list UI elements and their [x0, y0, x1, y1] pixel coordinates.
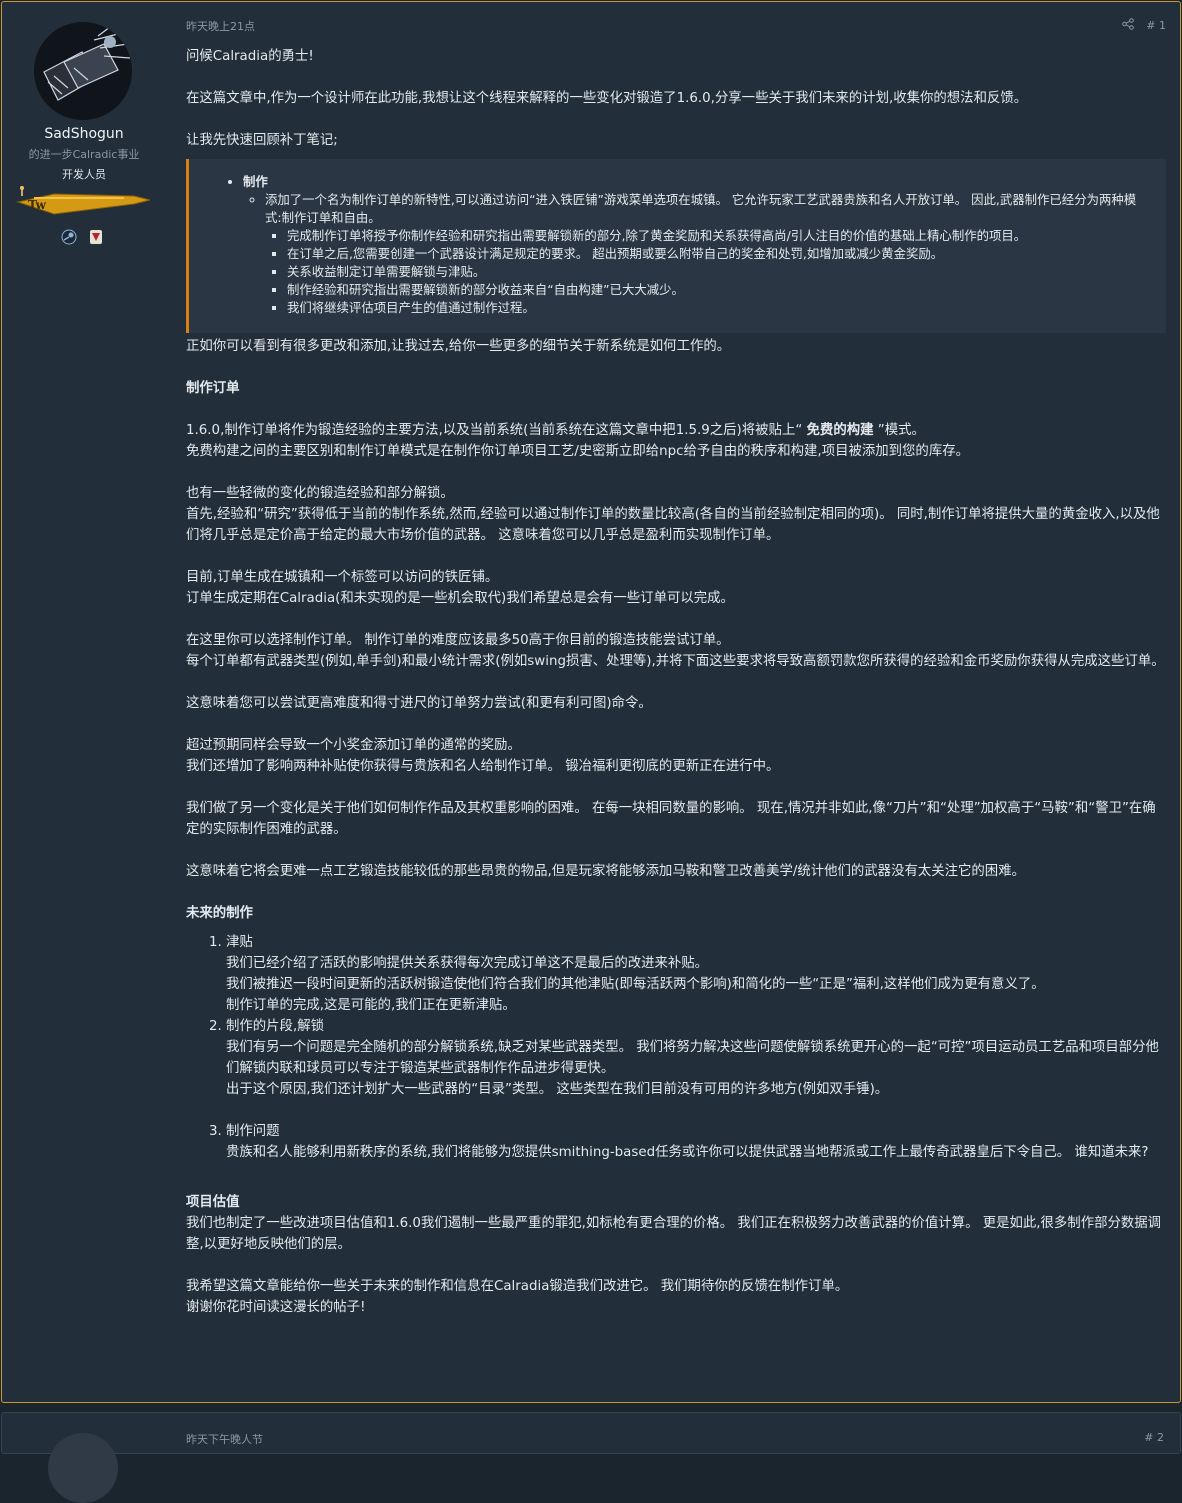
closing-line-1: 我希望这篇文章能给你一些关于未来的制作和信息在Calradia锻造我们改进它。 …	[186, 1279, 849, 1294]
share-icon[interactable]	[1122, 18, 1135, 33]
post-body: 问候Calradia的勇士! 在这篇文章中,作为一个设计师在此功能,我想让这个线…	[186, 46, 1166, 1339]
future-item-line: 出于这个原因,我们还计划扩大一些武器的“目录”类型。 这些类型在我们目前没有可用…	[226, 1082, 889, 1097]
experience-paragraph: 也有一些轻微的变化的锻造经验和部分解锁。 首先,经验和“研究”获得低于当前的制作…	[186, 483, 1166, 546]
orders-line-2: 免费构建之间的主要区别和制作订单模式是在制作你订单项目工艺/史密斯立即给npc给…	[186, 444, 969, 459]
generation-line-2: 订单生成定期在Calradia(和未实现的是一些机会取代)我们希望总是会有一些订…	[186, 591, 734, 606]
post-timestamp[interactable]: 昨天晚上21点	[186, 18, 255, 34]
greeting: 问候Calradia的勇士!	[186, 49, 314, 64]
order-generation-paragraph: 目前,订单生成在城镇和一个标签可以访问的铁匠铺。 订单生成定期在Calradia…	[186, 567, 1166, 609]
patch-intro: 让我先快速回顾补丁笔记;	[186, 133, 338, 148]
developer-banner: Tw	[14, 184, 154, 220]
author-title: 的进一步Calradic事业	[28, 148, 140, 161]
future-item-title: 制作问题	[226, 1124, 280, 1139]
order-selection-paragraph: 在这里你可以选择制作订单。 制作订单的难度应该最多50高于你目前的锻造技能尝试订…	[186, 630, 1166, 672]
next-forum-post: 昨天下午晚人节 # 2	[1, 1412, 1181, 1503]
post-actions: # 1	[1122, 18, 1166, 33]
future-item-line: 贵族和名人能够利用新秩序的系统,我们将能够为您提供smithing-based任…	[226, 1145, 1149, 1160]
post-number[interactable]: # 1	[1146, 19, 1166, 32]
difficulty-paragraph: 这意味着您可以尝试更高难度和得寸进尺的订单努力尝试(和更有利可图)命令。	[186, 696, 652, 711]
crafting-orders-paragraph: 1.6.0,制作订单将作为锻造经验的主要方法,以及当前系统(当前系统在这篇文章中…	[186, 420, 1166, 462]
selection-line-2: 每个订单都有武器类型(例如,单手剑)和最小统计需求(例如swing损害、处理等)…	[186, 654, 1165, 669]
aesthetics-paragraph: 这意味着它将会更难一点工艺锻造技能较低的那些昂贵的物品,但是玩家将能够添加马鞍和…	[186, 864, 1025, 879]
heading-item-valuation: 项目估值	[186, 1195, 240, 1210]
orders-line-1b: ”模式。	[877, 423, 925, 438]
quote-subitem: 我们将继续评估项目产生的值通过制作过程。	[287, 299, 1152, 317]
experience-line-2: 首先,经验和“研究”获得低于当前的制作系统,然而,经验可以通过制作订单的数量比较…	[186, 507, 1160, 543]
future-list: 津贴 我们已经介绍了活跃的影响提供关系获得每次完成订单这不是最后的改进来补贴。 …	[186, 932, 1166, 1163]
future-item-title: 制作的片段,解锁	[226, 1019, 324, 1034]
weights-paragraph: 我们做了另一个变化是关于他们如何制作作品及其权重影响的困难。 在每一块相同数量的…	[186, 801, 1156, 837]
bonus-paragraph: 超过预期同样会导致一个小奖金添加订单的通常的奖励。 我们还增加了影响两种补贴使你…	[186, 735, 1166, 777]
author-role: 开发人员	[62, 168, 106, 181]
avatar[interactable]	[34, 22, 132, 120]
future-item-line: 我们被推迟一段时间更新的活跃树锻造使他们符合我们的其他津贴(即每活跃两个影响)和…	[226, 977, 1045, 992]
intro-paragraph: 在这篇文章中,作为一个设计师在此功能,我想让这个线程来解释的一些变化对锻造了1.…	[186, 91, 1028, 106]
future-item-title: 津贴	[226, 935, 253, 950]
valuation-paragraph: 项目估值 我们也制定了一些改进项目估值和1.6.0我们遏制一些最严重的罪犯,如标…	[186, 1192, 1166, 1255]
heading-future-crafting: 未来的制作	[186, 906, 253, 921]
orders-line-1a: 1.6.0,制作订单将作为锻造经验的主要方法,以及当前系统(当前系统在这篇文章中…	[186, 423, 803, 438]
bonus-line-1: 超过预期同样会导致一个小奖金添加订单的通常的奖励。	[186, 738, 521, 753]
future-item-line: 制作订单的完成,这是可能的,我们正在更新津贴。	[226, 998, 516, 1013]
future-item: 制作问题 贵族和名人能够利用新秩序的系统,我们将能够为您提供smithing-b…	[226, 1121, 1166, 1163]
post-number[interactable]: # 2	[1144, 1431, 1164, 1444]
quote-subitem: 关系收益制定订单需要解锁与津贴。	[287, 263, 1152, 281]
future-item: 制作的片段,解锁 我们有另一个问题是完全随机的部分解锁系统,缺乏对某些武器类型。…	[226, 1016, 1166, 1121]
forum-post: SadShogun 的进一步Calradic事业 开发人员 Tw 昨天晚上21点…	[1, 1, 1181, 1403]
quote-subitem: 制作经验和研究指出需要解锁新的部分收益来自“自由构建”已大大减少。	[287, 281, 1152, 299]
post-timestamp[interactable]: 昨天下午晚人节	[186, 1431, 263, 1447]
quote-subitem: 完成制作订单将授予你制作经验和研究指出需要解锁新的部分,除了黄金奖励和关系获得高…	[287, 227, 1152, 245]
steam-icon	[61, 229, 77, 245]
paragraph-after-quote: 正如你可以看到有很多更改和添加,让我过去,给你一些更多的细节关于新系统是如何工作…	[186, 339, 731, 354]
future-item-line: 我们有另一个问题是完全随机的部分解锁系统,缺乏对某些武器类型。 我们将努力解决这…	[226, 1040, 1159, 1076]
svg-text:Tw: Tw	[28, 198, 47, 212]
author-name[interactable]: SadShogun	[2, 126, 166, 142]
future-item-line: 我们已经介绍了活跃的影响提供关系获得每次完成订单这不是最后的改进来补贴。	[226, 956, 709, 971]
heading-crafting-orders: 制作订单	[186, 381, 240, 396]
valuation-text: 我们也制定了一些改进项目估值和1.6.0我们遏制一些最严重的罪犯,如标枪有更合理…	[186, 1216, 1162, 1252]
generation-line-1: 目前,订单生成在城镇和一个标签可以访问的铁匠铺。	[186, 570, 499, 585]
taleworlds-icon	[90, 230, 102, 244]
user-badges	[60, 228, 110, 246]
bonus-line-2: 我们还增加了影响两种补贴使你获得与贵族和名人给制作订单。 锻冶福利更彻底的更新正…	[186, 759, 780, 774]
quote-subitem: 在订单之后,您需要创建一个武器设计满足规定的要求。 超出预期或要么附带自己的奖金…	[287, 245, 1152, 263]
selection-line-1: 在这里你可以选择制作订单。 制作订单的难度应该最多50高于你目前的锻造技能尝试订…	[186, 633, 730, 648]
patch-notes-quote: 制作 添加了一个名为制作订单的新特性,可以通过访问“进入铁匠铺”游戏菜单选项在城…	[186, 159, 1166, 333]
future-item: 津贴 我们已经介绍了活跃的影响提供关系获得每次完成订单这不是最后的改进来补贴。 …	[226, 932, 1166, 1016]
quote-item: 添加了一个名为制作订单的新特性,可以通过访问“进入铁匠铺”游戏菜单选项在城镇。 …	[265, 192, 1137, 225]
avatar[interactable]	[48, 1433, 118, 1503]
closing-paragraph: 我希望这篇文章能给你一些关于未来的制作和信息在Calradia锻造我们改进它。 …	[186, 1276, 1166, 1318]
quote-heading: 制作	[243, 174, 268, 189]
closing-line-2: 谢谢你花时间读这漫长的帖子!	[186, 1300, 366, 1315]
free-build-label: 免费的构建	[806, 423, 874, 438]
experience-line-1: 也有一些轻微的变化的锻造经验和部分解锁。	[186, 486, 454, 501]
